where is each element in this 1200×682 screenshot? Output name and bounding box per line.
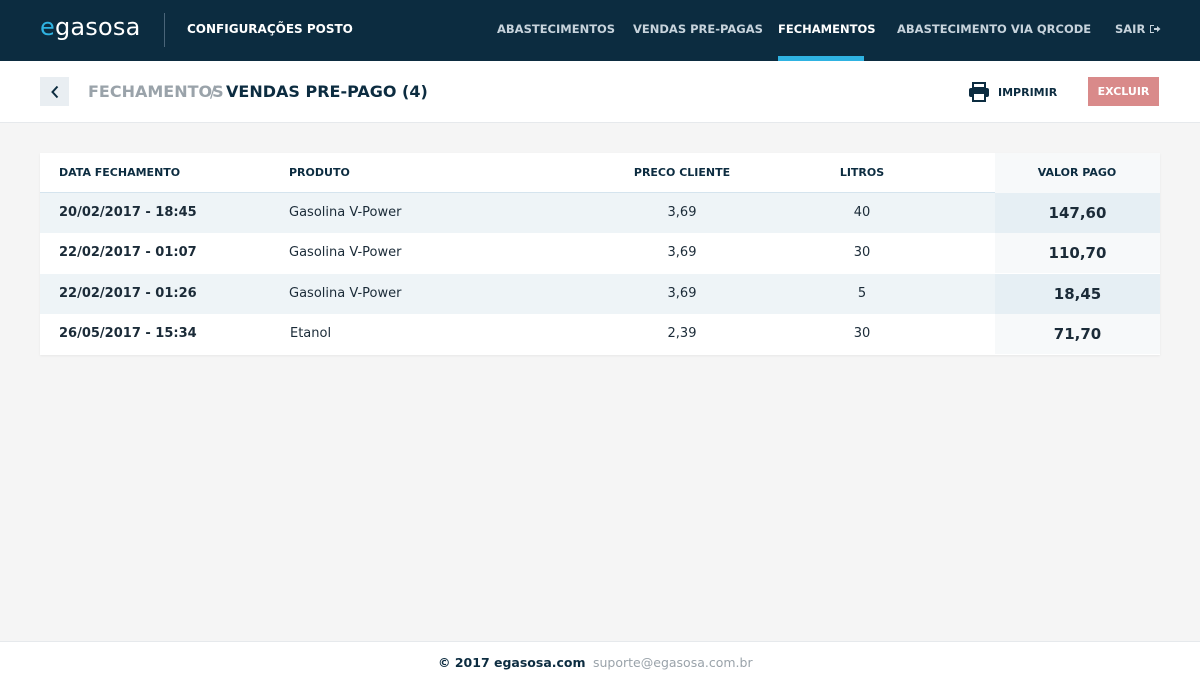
back-button[interactable] [40, 77, 69, 106]
table-row[interactable]: 26/05/2017 - 15:34 Etanol 2,39 30 71,70 [40, 314, 1160, 354]
cell-price: 2,39 [667, 326, 697, 341]
cell-product: Gasolina V-Power [289, 286, 402, 301]
delete-button[interactable]: EXCLUIR [1088, 77, 1159, 106]
navbar-divider [164, 13, 165, 47]
table-row[interactable]: 22/02/2017 - 01:07 Gasolina V-Power 3,69… [40, 233, 1160, 273]
table-header: DATA FECHAMENTO PRODUTO PRECO CLIENTE LI… [40, 153, 1160, 193]
cell-price: 3,69 [667, 205, 697, 220]
closings-table: DATA FECHAMENTO PRODUTO PRECO CLIENTE LI… [40, 153, 1160, 355]
copyright-text: © 2017 egasosa.com [438, 655, 586, 670]
logout-label: SAIR [1115, 22, 1146, 36]
cell-paid: 71,70 [995, 314, 1160, 354]
table-row[interactable]: 22/02/2017 - 01:26 Gasolina V-Power 3,69… [40, 274, 1160, 314]
chevron-left-icon [50, 85, 58, 98]
column-header-paid[interactable]: VALOR PAGO [1038, 166, 1117, 179]
breadcrumb-separator: / [210, 82, 216, 101]
cell-price: 3,69 [667, 286, 697, 301]
column-header-price[interactable]: PRECO CLIENTE [634, 166, 730, 179]
cell-paid: 147,60 [995, 193, 1160, 233]
cell-paid: 110,70 [995, 233, 1160, 273]
cell-date: 22/02/2017 - 01:07 [59, 245, 197, 260]
cell-date: 22/02/2017 - 01:26 [59, 286, 197, 301]
page-header: FECHAMENTOS / VENDAS PRE-PAGO (4) IMPRIM… [0, 61, 1200, 123]
cell-paid: 18,45 [995, 274, 1160, 314]
column-header-date[interactable]: DATA FECHAMENTO [59, 166, 180, 179]
cell-price: 3,69 [667, 245, 697, 260]
logo-rest: gasosa [54, 13, 141, 41]
printer-icon [969, 82, 989, 102]
cell-date: 20/02/2017 - 18:45 [59, 205, 197, 220]
logout-button[interactable]: SAIR [1115, 22, 1161, 36]
footer: © 2017 egasosa.com suporte@egasosa.com.b… [0, 641, 1200, 682]
print-label: IMPRIMIR [998, 85, 1058, 99]
support-email-link[interactable]: suporte@egasosa.com.br [593, 655, 753, 670]
nav-abastecimentos[interactable]: ABASTECIMENTOS [497, 22, 615, 36]
top-navbar: egasosa CONFIGURAÇÕES POSTO ABASTECIMENT… [0, 0, 1200, 61]
column-header-liters[interactable]: LITROS [840, 166, 884, 179]
cell-product: Etanol [290, 326, 332, 341]
cell-liters: 30 [853, 245, 871, 260]
nav-vendas-pre-pagas[interactable]: VENDAS PRE-PAGAS [633, 22, 763, 36]
breadcrumb-parent[interactable]: FECHAMENTOS [88, 82, 224, 101]
cell-product: Gasolina V-Power [289, 205, 402, 220]
logo-prefix: e [40, 13, 55, 41]
cell-liters: 30 [853, 326, 871, 341]
column-header-product[interactable]: PRODUTO [289, 166, 350, 179]
egasosa-logo[interactable]: egasosa [40, 13, 141, 41]
nav-fechamentos[interactable]: FECHAMENTOS [778, 22, 876, 36]
table-row[interactable]: 20/02/2017 - 18:45 Gasolina V-Power 3,69… [40, 193, 1160, 233]
nav-abastecimento-qrcode[interactable]: ABASTECIMENTO VIA QRCODE [897, 22, 1091, 36]
station-settings-link[interactable]: CONFIGURAÇÕES POSTO [187, 22, 353, 36]
page-title: VENDAS PRE-PAGO (4) [226, 82, 428, 101]
cell-liters: 40 [853, 205, 871, 220]
cell-liters: 5 [857, 286, 867, 301]
cell-product: Gasolina V-Power [289, 245, 402, 260]
cell-date: 26/05/2017 - 15:34 [59, 326, 197, 341]
print-button[interactable]: IMPRIMIR [968, 80, 1057, 104]
logout-icon [1150, 25, 1161, 33]
